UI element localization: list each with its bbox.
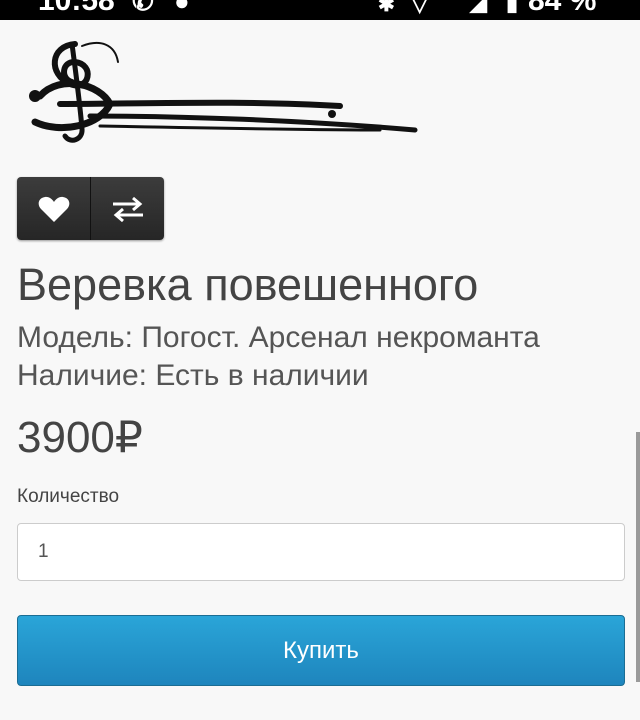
notification-icon: ● xyxy=(174,0,190,16)
scrollbar[interactable] xyxy=(636,432,640,682)
compare-button[interactable] xyxy=(90,177,164,240)
bluetooth-icon: ✱ xyxy=(378,0,395,16)
wishlist-button[interactable] xyxy=(17,177,90,240)
buy-button[interactable]: Купить xyxy=(17,615,625,686)
price-value: 3900 xyxy=(17,413,115,462)
exchange-icon xyxy=(112,196,143,222)
status-bar: 10:58 ✆ ● ✱ ▽ ◢ ▮ 84 % xyxy=(0,0,640,20)
treble-clef-logo[interactable] xyxy=(20,34,420,150)
product-price: 3900₽ xyxy=(17,410,143,466)
battery-percentage: 84 % xyxy=(528,0,597,17)
heart-icon xyxy=(38,196,69,222)
battery-icon: ▮ xyxy=(506,0,519,15)
product-model: Модель: Погост. Арсенал некроманта xyxy=(17,321,540,354)
quantity-input[interactable] xyxy=(17,523,625,581)
product-title: Веревка повешенного xyxy=(17,259,479,310)
whatsapp-icon: ✆ xyxy=(132,0,154,16)
product-availability: Наличие: Есть в наличии xyxy=(17,359,369,392)
quantity-label: Количество xyxy=(17,486,120,507)
signal-icon: ◢ xyxy=(470,0,487,15)
product-meta: Модель: Погост. Арсенал некроманта Налич… xyxy=(17,319,540,395)
wifi-icon: ▽ xyxy=(412,0,428,16)
product-action-buttons xyxy=(17,177,164,240)
currency-symbol: ₽ xyxy=(114,413,143,462)
status-time: 10:58 xyxy=(38,0,115,17)
